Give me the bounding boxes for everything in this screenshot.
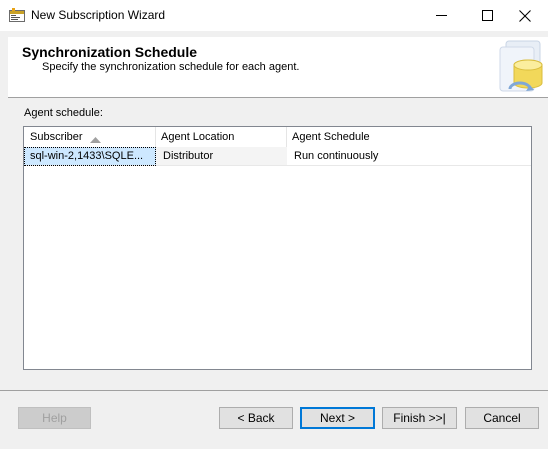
next-button[interactable]: Next >	[300, 407, 375, 429]
column-header-agent-schedule[interactable]: Agent Schedule	[287, 127, 531, 147]
agent-schedule-cell[interactable]: Run continuously	[287, 147, 531, 166]
subscriber-cell[interactable]: sql-win-2,1433\SQLE...	[24, 147, 156, 166]
column-header-label: Agent Location	[161, 131, 235, 143]
column-header-label: Subscriber	[30, 131, 83, 143]
title-bar: New Subscription Wizard	[0, 0, 548, 31]
database-graphic-icon	[492, 39, 548, 97]
wizard-header: Synchronization Schedule Specify the syn…	[8, 37, 548, 98]
grid-header: Subscriber Agent Location Agent Schedule	[24, 127, 531, 147]
wizard-app-icon	[9, 8, 25, 22]
close-button[interactable]	[502, 0, 548, 31]
column-header-agent-location[interactable]: Agent Location	[156, 127, 287, 147]
minimize-icon	[435, 15, 447, 16]
footer-divider	[0, 390, 548, 391]
column-header-label: Agent Schedule	[292, 131, 370, 143]
finish-button[interactable]: Finish >>|	[382, 407, 457, 429]
page-title: Synchronization Schedule	[22, 44, 198, 60]
agent-schedule-grid[interactable]: Subscriber Agent Location Agent Schedule…	[23, 126, 532, 370]
agent-location-cell: Distributor	[156, 147, 287, 166]
maximize-icon	[481, 10, 493, 21]
back-button[interactable]: < Back	[219, 407, 293, 429]
page-subtitle: Specify the synchronization schedule for…	[42, 61, 300, 73]
help-button[interactable]: Help	[18, 407, 91, 429]
column-header-subscriber[interactable]: Subscriber	[24, 127, 156, 147]
window-title: New Subscription Wizard	[31, 8, 166, 22]
agent-schedule-label: Agent schedule:	[24, 107, 103, 119]
table-row[interactable]: sql-win-2,1433\SQLE... Distributor Run c…	[24, 147, 531, 166]
sort-ascending-icon	[90, 134, 101, 146]
minimize-button[interactable]	[418, 0, 464, 31]
close-icon	[519, 9, 531, 22]
cancel-button[interactable]: Cancel	[465, 407, 539, 429]
